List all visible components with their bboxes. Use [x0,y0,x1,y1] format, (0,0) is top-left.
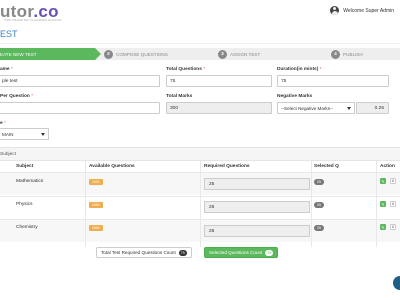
negative-marks-select[interactable]: --Select Negative Marks-- [277,102,355,114]
test-type-select[interactable]: MAIN [0,128,49,140]
column-divider [311,161,312,247]
required-questions-input[interactable]: 25 [204,178,310,190]
step-number: 3 [218,49,227,59]
chat-widget-icon[interactable] [393,276,400,290]
wizard-steps: EATE NEW TEST 2 COMPOSE QUESTIONS 3 ASSIGN… [0,48,400,60]
step-assign-test[interactable]: 3 ASSIGN TEST [218,48,260,60]
chevron-down-icon [41,133,45,136]
required-questions-input[interactable]: 25 [204,225,310,237]
step-label: PUBLISH [343,51,363,57]
row-subject: Mathematics [16,179,44,184]
negative-marks-label: Negative Marks [277,94,313,99]
row-subject: Physics [16,202,33,207]
total-required-count-badge: 75 [178,249,187,256]
column-divider [376,161,377,247]
col-action-header: Action [380,164,395,169]
test-name-input[interactable]: ple test [0,75,160,87]
sort-icon[interactable]: ⇕ [390,224,396,230]
available-count-badge: 1000 [89,225,103,231]
required-questions-input[interactable]: 25 [204,201,310,213]
selected-count-badge: 25 [314,202,324,208]
available-count-badge: 1000 [89,202,103,208]
edit-icon[interactable]: ✎ [380,224,386,230]
step-label: EATE NEW TEST [0,51,37,57]
selected-count-badge: 25 [314,179,324,185]
total-marks-label: Total Marks [166,94,193,99]
negative-marks-input[interactable]: 0.25 [356,102,389,114]
total-required-label: Total Test Required Questions Count [101,250,176,255]
test-type-select-value: MAIN [2,131,14,137]
step-create-test[interactable]: EATE NEW TEST [0,48,101,60]
col-subject-header: Subject [16,164,34,169]
top-bar: utor.co TURN THE NEW WAY OF LEARNING TO … [0,0,400,24]
page-title-bar: EST [0,24,400,44]
step-number: 2 [104,49,113,59]
step-number: 4 [331,49,340,59]
selected-count-badge: 25 [314,225,324,231]
subject-section-header: Subject [0,147,400,161]
selected-count-badge: 75 [265,249,274,256]
total-required-count-button[interactable]: Total Test Required Questions Count 75 [96,247,192,258]
subject-section-title: Subject [0,152,16,157]
row-subject: Chemistry [16,225,38,230]
user-avatar-icon [330,6,340,15]
duration-input[interactable]: 75 [277,75,389,87]
duration-label: Duration(in mints) * [277,67,322,72]
col-selected-header: Selected Q [314,164,339,169]
available-count-badge: 1000 [89,179,103,185]
sort-icon[interactable]: ⇕ [390,178,396,184]
step-compose-questions[interactable]: 2 COMPOSE QUESTIONS [104,48,168,60]
sort-icon[interactable]: ⇕ [390,201,396,207]
brand-tagline: TURN THE NEW WAY OF LEARNING TO EVOLVE [4,19,62,22]
negative-marks-select-value: --Select Negative Marks-- [281,105,334,111]
test-name-label: ame * [0,67,13,72]
total-questions-label: Total Questions * [166,67,206,72]
column-divider [85,161,86,247]
page-title: EST [0,29,18,39]
edit-icon[interactable]: ✎ [380,178,386,184]
step-label: ASSIGN TEST [230,51,261,57]
total-questions-input[interactable]: 75 [166,75,272,87]
user-name: Welcome Super Admin [343,7,394,14]
step-publish[interactable]: 4 PUBLISH [331,48,363,60]
total-marks-input[interactable]: 300 [166,102,272,114]
column-divider [200,161,201,247]
chevron-down-icon [347,107,351,110]
selected-count-label: Selected Questions Count [209,250,263,255]
test-type-label: e * [0,121,6,126]
step-label: COMPOSE QUESTIONS [116,51,168,57]
user-menu[interactable]: Welcome Super Admin [330,6,394,15]
col-required-header: Required Questions [204,164,250,169]
marks-per-question-input[interactable] [0,102,160,114]
edit-icon[interactable]: ✎ [380,201,386,207]
selected-count-button[interactable]: Selected Questions Count 75 [204,247,279,258]
marks-per-question-label: Per Question * [0,94,34,99]
col-available-header: Available Questions [89,164,135,169]
